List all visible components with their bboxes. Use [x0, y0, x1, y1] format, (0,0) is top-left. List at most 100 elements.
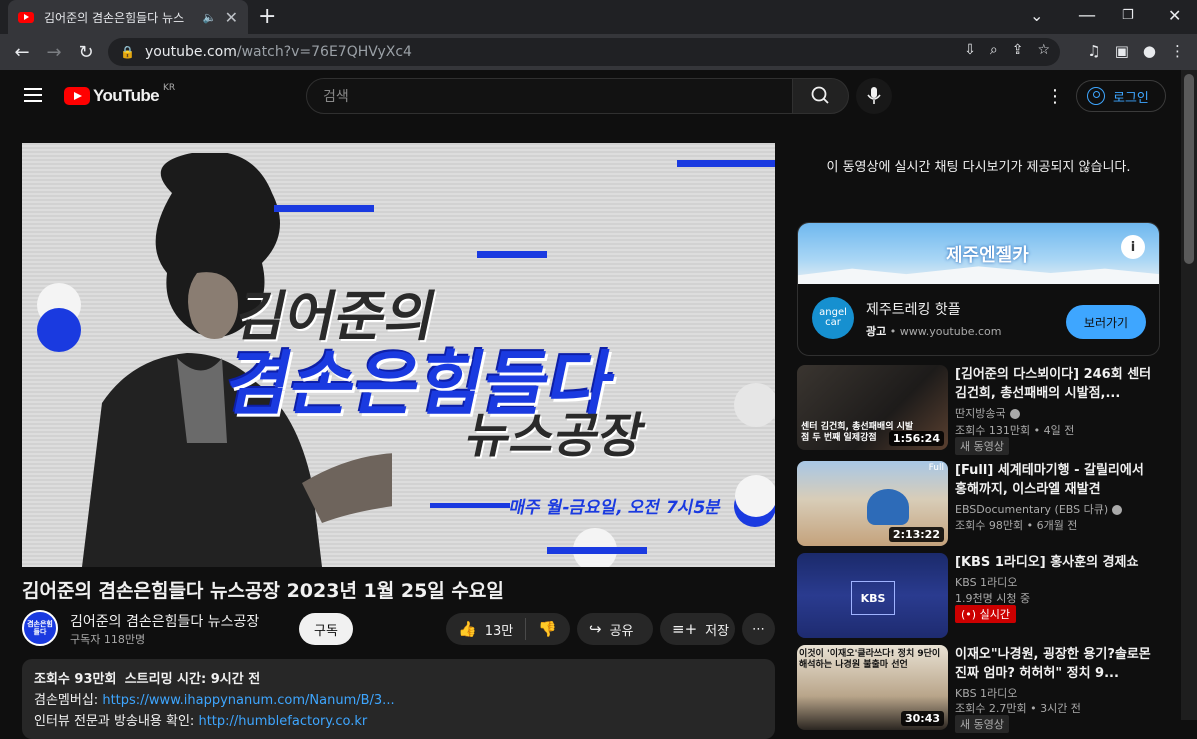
- profile-icon[interactable]: ●: [1143, 42, 1156, 60]
- account-icon: [1087, 87, 1105, 105]
- thumbnail-text-line3: 뉴스공장: [460, 408, 650, 464]
- video-duration: 2:13:22: [888, 527, 944, 542]
- youtube-header: YouTube KR 검색 ⋮ 로그인: [0, 70, 1181, 122]
- minimize-button[interactable]: —: [1078, 0, 1096, 30]
- description-line: 겸손멤버십: https://www.ihappynanum.com/Nanum…: [34, 693, 395, 708]
- new-video-badge: 새 동영상: [955, 437, 1009, 455]
- url-path: /watch?v=76E7QHVyXc4: [236, 44, 412, 60]
- channel-avatar[interactable]: 겸손은힘들다: [22, 610, 58, 646]
- new-video-badge: 새 동영상: [955, 715, 1009, 733]
- menu-icon[interactable]: [24, 88, 42, 102]
- save-button[interactable]: ≡+ 저장: [660, 613, 735, 645]
- recommended-video-title[interactable]: [Full] 세계테마기행 - 갈릴리에서 홍해까지, 이스라엘 재발견: [955, 461, 1155, 499]
- lock-icon[interactable]: 🔒: [120, 45, 135, 59]
- recommended-video-title[interactable]: 이재오"나경원, 굉장한 용기?솔로몬 진짜 엄마? 허허허" 정치 9...: [955, 645, 1155, 683]
- chat-replay-unavailable-note: 이 동영상에 실시간 채팅 다시보기가 제공되지 않습니다.: [826, 160, 1131, 175]
- recommended-video-meta: 1.9천명 시청 중: [955, 592, 1031, 605]
- like-dislike-group: 👍 13만 👎: [446, 613, 570, 645]
- share-icon: ↪: [589, 620, 602, 638]
- zoom-icon[interactable]: ⌕: [990, 42, 998, 58]
- browser-toolbar: ← → ↻ 🔒 youtube.com/watch?v=76E7QHVyXc4 …: [0, 34, 1197, 70]
- search-icon: [811, 86, 829, 104]
- description-line: 인터뷰 전문과 방송내용 확인: http://humblefactory.co…: [34, 714, 368, 729]
- verified-icon: [1112, 505, 1123, 515]
- media-controls-icon[interactable]: ♫: [1087, 42, 1100, 60]
- ad-cta-button[interactable]: 보러가기: [1066, 305, 1146, 339]
- recommended-video[interactable]: KBS [KBS 1라디오] 홍사훈의 경제쇼 KBS 1라디오 1.9천명 시…: [797, 553, 1160, 639]
- recommended-video[interactable]: 센터 김건희, 총선패배의 시발점 두 번째 일제강점 1:56:24 [김어준…: [797, 365, 1160, 455]
- description-box[interactable]: 조회수 93만회 스트리밍 시간: 9시간 전 겸손멤버십: https://w…: [22, 659, 775, 739]
- speaker-icon[interactable]: 🔈: [203, 11, 217, 24]
- share-label: 공유: [609, 623, 634, 639]
- voice-search-button[interactable]: [856, 78, 892, 114]
- recommended-video[interactable]: Full 2:13:22 [Full] 세계테마기행 - 갈릴리에서 홍해까지,…: [797, 461, 1160, 547]
- close-window-button[interactable]: ✕: [1168, 0, 1181, 30]
- share-page-icon[interactable]: ⇪: [1012, 42, 1024, 58]
- video-thumbnail[interactable]: Full 2:13:22: [797, 461, 948, 546]
- add-to-playlist-icon: ≡+: [672, 620, 698, 638]
- page-scrollbar[interactable]: [1181, 70, 1197, 720]
- share-button[interactable]: ↪ 공유: [577, 613, 653, 645]
- search-input[interactable]: 검색: [306, 78, 793, 114]
- url-host: youtube.com: [144, 44, 237, 60]
- video-thumbnail[interactable]: 센터 김건희, 총선패배의 시발점 두 번째 일제강점 1:56:24: [797, 365, 948, 450]
- youtube-play-logo-icon: [64, 87, 90, 105]
- channel-name[interactable]: 김어준의 겸손은힘들다 뉴스공장: [70, 611, 259, 631]
- address-bar[interactable]: 🔒 youtube.com/watch?v=76E7QHVyXc4 ⇩ ⌕ ⇪ …: [108, 38, 1060, 66]
- search-button[interactable]: [792, 78, 849, 114]
- description-stats: 조회수 93만회 스트리밍 시간: 9시간 전: [34, 672, 261, 687]
- ad-info-icon[interactable]: i: [1121, 235, 1145, 259]
- tab-title: 김어준의 겸손은힘들다 뉴스: [44, 10, 185, 25]
- thumbnail-schedule-text: 매주 월-금요일, 오전 7시5분: [507, 498, 723, 518]
- region-label: KR: [163, 83, 176, 93]
- browser-tab-strip: 김어준의 겸손은힘들다 뉴스 🔈 ✕ + ⌄ — ❐ ✕: [0, 0, 1197, 34]
- restore-button[interactable]: ❐: [1122, 0, 1134, 30]
- ad-title[interactable]: 제주트레킹 핫플: [866, 299, 961, 319]
- close-tab-icon[interactable]: ✕: [225, 8, 238, 27]
- save-label: 저장: [705, 623, 730, 639]
- ad-banner-image[interactable]: 제주엔젤카 i: [798, 223, 1159, 284]
- thumbs-up-icon[interactable]: 👍: [458, 620, 477, 638]
- tab-search-icon[interactable]: ⌄: [1030, 0, 1043, 30]
- video-title: 김어준의 겸손은힘들다 뉴스공장 2023년 1월 25일 수요일: [22, 580, 504, 602]
- login-label: 로그인: [1113, 90, 1149, 106]
- ad-advertiser-logo[interactable]: angel car: [812, 297, 854, 339]
- recommended-video[interactable]: 이것이 '이재오'클라쓰다! 정치 9단이 해석하는 나경원 불출마 선언 30…: [797, 645, 1160, 733]
- login-button[interactable]: 로그인: [1076, 80, 1166, 112]
- live-badge: (•) 실시간: [955, 605, 1016, 623]
- new-tab-button[interactable]: +: [258, 4, 276, 29]
- recommended-video-meta: 조회수 2.7만회 • 3시간 전: [955, 702, 1081, 715]
- video-thumbnail[interactable]: KBS: [797, 553, 948, 638]
- recommended-channel-name: KBS 1라디오: [955, 687, 1018, 700]
- forward-button[interactable]: →: [38, 42, 70, 63]
- install-app-icon[interactable]: ⇩: [964, 42, 976, 58]
- reload-button[interactable]: ↻: [70, 42, 102, 63]
- recommended-channel-name: KBS 1라디오: [955, 576, 1018, 589]
- ad-meta: 광고 • www.youtube.com: [866, 325, 1002, 338]
- video-duration: 30:43: [900, 711, 944, 726]
- side-panel-icon[interactable]: ▣: [1115, 42, 1129, 60]
- browser-menu-icon[interactable]: ⋮: [1170, 42, 1185, 60]
- youtube-logo[interactable]: YouTube KR: [64, 83, 176, 106]
- more-actions-button[interactable]: ⋯: [742, 613, 775, 645]
- recommended-video-meta: 조회수 98만회 • 6개월 전: [955, 519, 1078, 532]
- recommended-video-meta: 조회수 131만회 • 4일 전: [955, 424, 1075, 437]
- scrollbar-thumb[interactable]: [1184, 74, 1194, 264]
- settings-more-icon[interactable]: ⋮: [1046, 86, 1064, 107]
- ad-card[interactable]: 제주엔젤카 i angel car 제주트레킹 핫플 광고 • www.yout…: [797, 222, 1160, 356]
- recommended-video-title[interactable]: [KBS 1라디오] 홍사훈의 경제쇼: [955, 553, 1155, 572]
- like-count[interactable]: 13만: [485, 620, 514, 639]
- browser-tab[interactable]: 김어준의 겸손은힘들다 뉴스 🔈 ✕: [8, 0, 248, 34]
- subscribe-button[interactable]: 구독: [299, 613, 353, 645]
- bookmark-star-icon[interactable]: ☆: [1037, 42, 1050, 58]
- thumbs-down-icon[interactable]: 👎: [538, 620, 557, 638]
- more-horizontal-icon: ⋯: [752, 621, 765, 637]
- video-thumbnail[interactable]: 이것이 '이재오'클라쓰다! 정치 9단이 해석하는 나경원 불출마 선언 30…: [797, 645, 948, 730]
- recommended-channel-name: 딴지방송국: [955, 405, 1020, 421]
- logo-text: YouTube: [93, 86, 160, 105]
- video-duration: 1:56:24: [888, 431, 944, 446]
- back-button[interactable]: ←: [6, 42, 38, 63]
- membership-link[interactable]: https://www.ihappynanum.com/Nanum/B/3...: [102, 693, 394, 708]
- recommended-video-title[interactable]: [김어준의 다스뵈이다] 246회 센터 김건희, 총선패배의 시발점,...: [955, 365, 1155, 403]
- humblefactory-link[interactable]: http://humblefactory.co.kr: [198, 714, 367, 729]
